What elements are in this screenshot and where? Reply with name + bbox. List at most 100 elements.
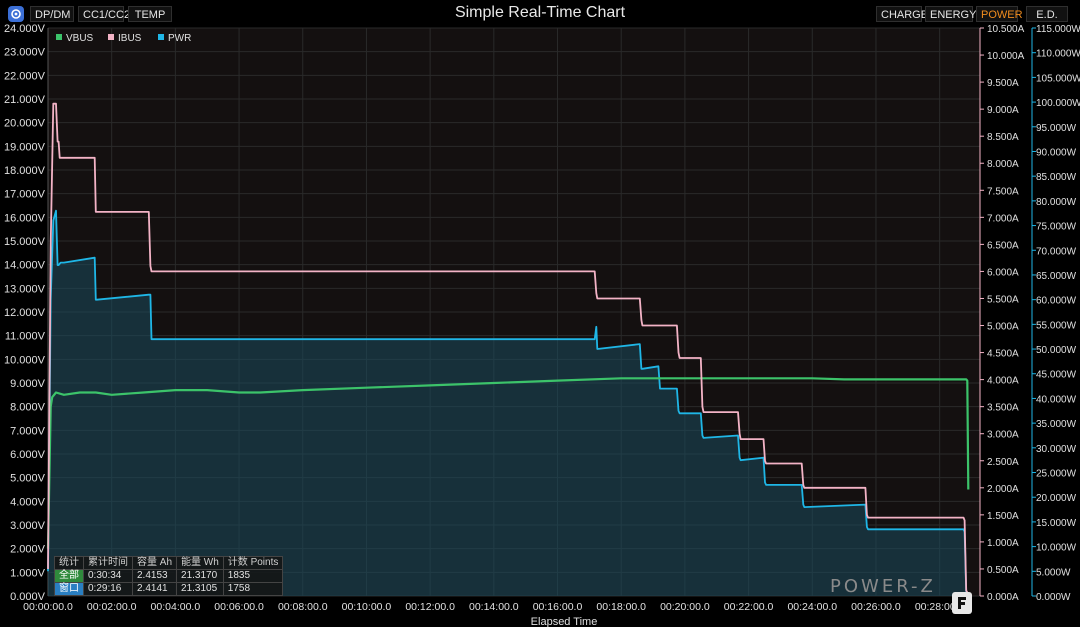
x-tick-label: 00:20:00.0 <box>660 601 710 613</box>
legend-label-pwr: PWR <box>168 33 191 44</box>
y-left-tick-label: 18.000V <box>4 165 46 177</box>
y-left-tick-label: 5.000V <box>10 473 46 485</box>
x-tick-label: 00:16:00.0 <box>533 601 583 613</box>
y-right2-tick-label: 20.000W <box>1036 493 1077 504</box>
stats-cell: 1835 <box>222 569 284 583</box>
legend-swatch-vbus <box>56 34 62 40</box>
y-right1-tick-label: 7.000A <box>987 213 1019 224</box>
y-left-tick-label: 12.000V <box>4 307 46 319</box>
legend-label-ibus: IBUS <box>118 33 142 44</box>
stats-cell: 1758 <box>222 582 284 596</box>
y-right2-tick-label: 30.000W <box>1036 444 1077 455</box>
y-right2-tick-label: 115.000W <box>1036 24 1080 35</box>
stats-table: 统计 累计时间 容量 Ah 能量 Wh 计数 Points 全部 0:30:34… <box>54 556 284 596</box>
legend-swatch-pwr <box>158 34 164 40</box>
stats-cell: 0:29:16 <box>83 582 133 596</box>
y-left-tick-label: 21.000V <box>4 94 46 106</box>
y-left-tick-label: 14.000V <box>4 260 46 272</box>
y-right2-tick-label: 75.000W <box>1036 222 1077 233</box>
stats-cell: 0:30:34 <box>83 569 133 583</box>
y-left-tick-label: 6.000V <box>10 449 46 461</box>
legend-swatch-ibus <box>108 34 114 40</box>
stats-header: 能量 Wh <box>176 556 224 570</box>
y-left-tick-label: 24.000V <box>4 23 46 35</box>
y-right2-tick-label: 55.000W <box>1036 320 1077 331</box>
y-right2-tick-label: 70.000W <box>1036 246 1077 257</box>
x-tick-label: 00:08:00.0 <box>278 601 328 613</box>
stats-cell: 2.4153 <box>131 569 178 583</box>
y-right1-tick-label: 3.000A <box>987 430 1019 441</box>
y-right1-tick-label: 1.000A <box>987 538 1019 549</box>
y-right2-tick-label: 25.000W <box>1036 469 1077 480</box>
y-right2-tick-label: 50.000W <box>1036 345 1077 356</box>
y-right2-tick-label: 10.000W <box>1036 543 1077 554</box>
y-left-tick-label: 19.000V <box>4 141 46 153</box>
y-right1-tick-label: 0.000A <box>987 592 1019 603</box>
stats-header: 计数 Points <box>222 556 284 570</box>
y-right1-tick-label: 8.500A <box>987 132 1019 143</box>
stats-header-row: 统计 累计时间 容量 Ah 能量 Wh 计数 Points <box>54 556 284 570</box>
y-right2-tick-label: 35.000W <box>1036 419 1077 430</box>
y-right1-tick-label: 10.500A <box>987 24 1025 35</box>
x-tick-label: 00:02:00.0 <box>87 601 137 613</box>
y-left-tick-label: 3.000V <box>10 520 46 532</box>
stats-cell: 21.3170 <box>176 569 224 583</box>
y-right2-tick-label: 105.000W <box>1036 73 1080 84</box>
y-left-tick-label: 11.000V <box>5 331 46 343</box>
y-right1-tick-label: 3.500A <box>987 403 1019 414</box>
y-right1-tick-label: 6.000A <box>987 267 1019 278</box>
y-right1-tick-label: 8.000A <box>987 159 1019 170</box>
stats-cell: 窗口 <box>54 582 84 596</box>
stats-row-window: 窗口 0:29:16 2.4141 21.3105 1758 <box>54 582 284 596</box>
y-left-tick-label: 8.000V <box>10 402 46 414</box>
stats-row-all: 全部 0:30:34 2.4153 21.3170 1835 <box>54 569 284 583</box>
power-z-mark-icon <box>952 592 972 614</box>
y-left-tick-label: 20.000V <box>4 118 46 130</box>
y-right2-tick-label: 95.000W <box>1036 123 1077 134</box>
y-right2-tick-label: 5.000W <box>1036 567 1071 578</box>
legend-label-vbus: VBUS <box>66 33 94 44</box>
y-right1-tick-label: 1.500A <box>987 511 1019 522</box>
y-right1-tick-label: 5.500A <box>987 294 1019 305</box>
y-left-tick-label: 13.000V <box>4 283 46 295</box>
stats-cell: 2.4141 <box>131 582 178 596</box>
y-right2-tick-label: 100.000W <box>1036 98 1080 109</box>
power-z-mark-glyph <box>958 597 966 609</box>
y-left-tick-label: 1.000V <box>10 567 46 579</box>
x-tick-label: 00:18:00.0 <box>596 601 646 613</box>
power-z-logo: POWER-Z <box>830 576 936 597</box>
y-right2-tick-label: 80.000W <box>1036 197 1077 208</box>
y-left-tick-label: 16.000V <box>4 212 46 224</box>
y-right1-tick-label: 6.500A <box>987 240 1019 251</box>
stats-header: 容量 Ah <box>131 556 178 570</box>
y-right2-tick-label: 40.000W <box>1036 394 1077 405</box>
y-left-tick-label: 4.000V <box>10 496 46 508</box>
y-left-tick-label: 15.000V <box>4 236 46 248</box>
y-right2-tick-label: 60.000W <box>1036 296 1077 307</box>
y-left-tick-label: 10.000V <box>4 354 46 366</box>
y-right2-tick-label: 90.000W <box>1036 147 1077 158</box>
y-right1-tick-label: 2.500A <box>987 457 1019 468</box>
y-right2-tick-label: 65.000W <box>1036 271 1077 282</box>
y-right2-tick-label: 15.000W <box>1036 518 1077 529</box>
y-right2-tick-label: 45.000W <box>1036 370 1077 381</box>
y-left-tick-label: 2.000V <box>10 544 46 556</box>
y-right1-tick-label: 9.000A <box>987 105 1019 116</box>
y-left-tick-label: 9.000V <box>10 378 46 390</box>
x-tick-label: 00:26:00.0 <box>851 601 901 613</box>
y-right1-tick-label: 4.500A <box>987 349 1019 360</box>
x-tick-label: 00:04:00.0 <box>151 601 201 613</box>
stats-cell: 全部 <box>54 569 84 583</box>
y-right1-tick-label: 10.000A <box>987 51 1025 62</box>
stats-header: 累计时间 <box>83 556 133 570</box>
y-right2-tick-label: 110.000W <box>1036 49 1080 60</box>
chart-canvas[interactable]: 0.000V1.000V2.000V3.000V4.000V5.000V6.00… <box>0 0 1080 627</box>
x-tick-label: 00:06:00.0 <box>214 601 264 613</box>
y-left-tick-label: 17.000V <box>4 189 46 201</box>
y-right1-tick-label: 4.000A <box>987 376 1019 387</box>
x-tick-label: 00:12:00.0 <box>405 601 455 613</box>
y-right1-tick-label: 7.500A <box>987 186 1019 197</box>
x-tick-label: 00:24:00.0 <box>787 601 837 613</box>
y-left-tick-label: 22.000V <box>4 70 46 82</box>
y-right1-tick-label: 2.000A <box>987 484 1019 495</box>
